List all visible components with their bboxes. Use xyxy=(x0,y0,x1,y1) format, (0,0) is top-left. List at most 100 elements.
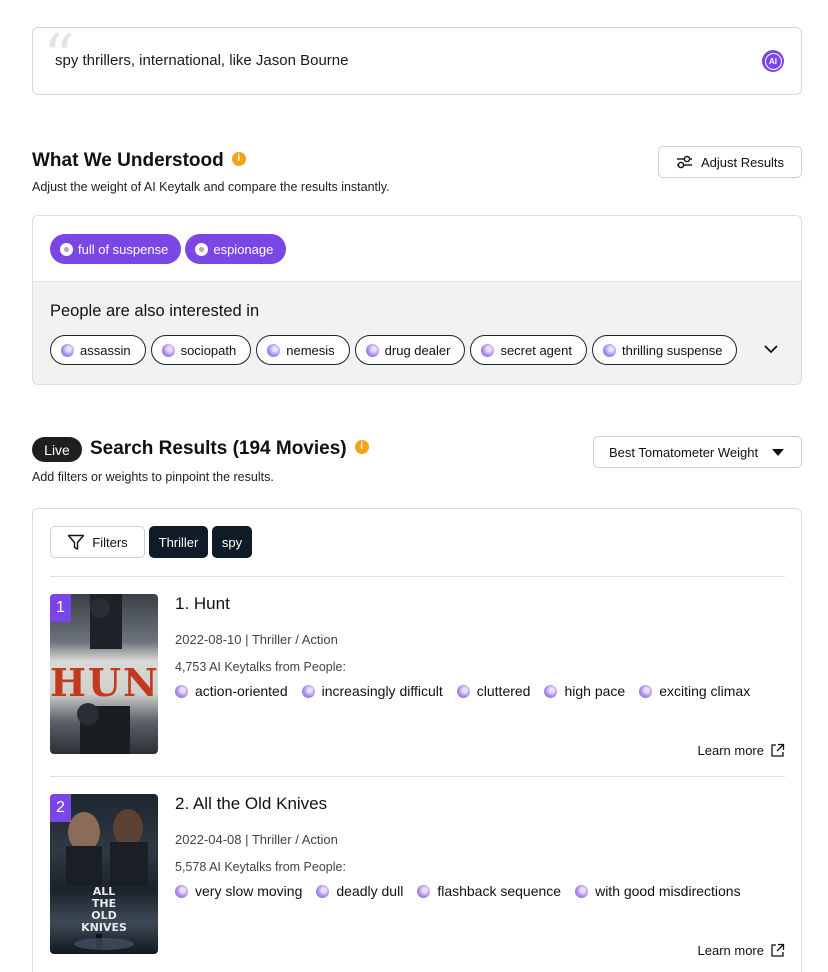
results-card: Filters Thriller spy 1 HUNT 1. Hunt 2022… xyxy=(32,508,802,972)
movie-item: 1 HUNT 1. Hunt 2022-08-10 | Thriller / A… xyxy=(50,594,785,764)
movie-title[interactable]: 2. All the Old Knives xyxy=(175,794,327,814)
suggested-tag-label: sociopath xyxy=(180,342,237,358)
adjust-results-label: Adjust Results xyxy=(700,154,785,170)
also-interested-title: People are also interested in xyxy=(50,302,260,320)
suggested-tag-label: thrilling suspense xyxy=(621,342,723,358)
live-badge: Live xyxy=(32,437,82,462)
keytalk-icon xyxy=(481,343,495,357)
movie-meta: 2022-04-08 | Thriller / Action xyxy=(175,832,338,847)
info-icon[interactable]: i xyxy=(231,151,246,166)
understood-title-text: What We Understood xyxy=(32,150,224,171)
caret-down-icon xyxy=(772,449,784,456)
keytalk-icon xyxy=(456,684,470,698)
keytalk-icon xyxy=(161,343,175,357)
keyword-label: action-oriented xyxy=(195,683,288,699)
suggested-tag[interactable]: drug dealer xyxy=(354,335,466,365)
suggested-tag[interactable]: thrilling suspense xyxy=(591,335,738,365)
results-title-text: Search Results (194 Movies) xyxy=(90,438,347,459)
movie-poster[interactable]: 2 ALL THE OLD KNIVES xyxy=(50,794,158,954)
ai-badge-label: AI xyxy=(764,52,782,70)
movie-item: 2 ALL THE OLD KNIVES 2. All the Old Kniv… xyxy=(50,794,785,964)
learn-more-label: Learn more xyxy=(697,943,764,958)
keyword: flashback sequence xyxy=(417,883,561,899)
understood-title: What We Understood i xyxy=(32,150,246,172)
keytalk-count: 4,753 AI Keytalks from People: xyxy=(175,660,346,674)
keyword: increasingly difficult xyxy=(301,683,443,699)
keyword-label: increasingly difficult xyxy=(321,683,443,699)
movie-keywords: action-oriented increasingly difficult c… xyxy=(175,683,750,699)
suggested-tag-label: drug dealer xyxy=(384,342,451,358)
keytalk-icon xyxy=(575,884,589,898)
learn-more-link[interactable]: Learn more xyxy=(698,743,785,758)
external-link-icon xyxy=(771,943,785,957)
rank-badge: 1 xyxy=(50,594,71,622)
keyword: very slow moving xyxy=(175,883,302,899)
understood-subtitle: Adjust the weight of AI Keytalk and comp… xyxy=(32,180,390,194)
suggested-tag[interactable]: nemesis xyxy=(256,335,350,365)
suggested-tag-label: secret agent xyxy=(500,342,572,358)
adjust-results-button[interactable]: Adjust Results xyxy=(658,146,802,178)
info-icon[interactable]: i xyxy=(354,439,369,454)
keyword-label: high pace xyxy=(564,683,626,699)
keytalk-icon xyxy=(544,684,558,698)
keyword-label: exciting climax xyxy=(659,683,751,699)
suggested-tag-label: assassin xyxy=(80,342,131,358)
learn-more-link[interactable]: Learn more xyxy=(698,943,785,958)
suggested-tag[interactable]: secret agent xyxy=(470,335,587,365)
understood-card: full of suspense espionage People are al… xyxy=(32,215,802,385)
keytalk-icon xyxy=(175,884,188,898)
main-tag-label: espionage xyxy=(213,241,274,257)
keyword: exciting climax xyxy=(639,683,750,699)
divider xyxy=(50,776,785,777)
external-link-icon xyxy=(771,743,785,757)
filters-label: Filters xyxy=(92,534,128,550)
movie-poster[interactable]: 1 HUNT xyxy=(50,594,158,754)
movie-title[interactable]: 1. Hunt xyxy=(175,594,230,614)
filter-icon xyxy=(68,534,85,550)
keytalk-icon xyxy=(639,684,653,698)
keyword: deadly dull xyxy=(316,883,403,899)
keytalk-icon xyxy=(267,343,281,357)
poster-title: HUNT xyxy=(50,660,158,705)
sort-label: Best Tomatometer Weight xyxy=(609,444,759,460)
keyword-label: cluttered xyxy=(476,683,531,699)
keyword-label: very slow moving xyxy=(195,883,303,899)
main-tag[interactable]: espionage xyxy=(185,234,287,264)
keyword: high pace xyxy=(544,683,625,699)
keytalk-icon xyxy=(417,884,431,898)
also-interested-panel: People are also interested in assassin s… xyxy=(33,281,801,384)
keyword: cluttered xyxy=(456,683,531,699)
keytalk-icon xyxy=(195,242,209,256)
sliders-icon xyxy=(676,155,692,169)
sort-dropdown[interactable]: Best Tomatometer Weight xyxy=(593,436,802,468)
keytalk-icon xyxy=(175,684,188,698)
learn-more-label: Learn more xyxy=(697,743,764,758)
rank-badge: 2 xyxy=(50,794,71,822)
filter-chip-spy[interactable]: spy xyxy=(212,526,252,558)
filter-chip-thriller[interactable]: Thriller xyxy=(149,526,208,558)
keyword-label: deadly dull xyxy=(336,883,404,899)
keyword: action-oriented xyxy=(175,683,288,699)
main-tags: full of suspense espionage xyxy=(33,216,801,282)
filters-button[interactable]: Filters xyxy=(50,526,145,558)
suggested-tag[interactable]: assassin xyxy=(50,335,146,365)
keytalk-count: 5,578 AI Keytalks from People: xyxy=(175,860,346,874)
keytalk-icon xyxy=(60,242,73,256)
suggested-tag[interactable]: sociopath xyxy=(150,335,252,365)
main-tag-label: full of suspense xyxy=(78,241,169,257)
main-tag[interactable]: full of suspense xyxy=(50,234,182,264)
results-title: Search Results (194 Movies) i xyxy=(90,438,369,460)
keytalk-icon xyxy=(602,343,616,357)
movie-meta: 2022-08-10 | Thriller / Action xyxy=(175,632,338,647)
chevron-down-icon[interactable] xyxy=(763,344,779,354)
keytalk-icon xyxy=(365,343,379,357)
keytalk-icon xyxy=(301,684,315,698)
search-query[interactable]: spy thrillers, international, like Jason… xyxy=(55,52,348,69)
movie-keywords: very slow moving deadly dull flashback s… xyxy=(175,883,741,899)
results-subtitle: Add filters or weights to pinpoint the r… xyxy=(32,470,274,484)
keytalk-icon xyxy=(61,343,74,357)
divider xyxy=(50,576,785,577)
ai-icon[interactable]: AI xyxy=(762,50,784,72)
search-box[interactable]: “ spy thrillers, international, like Jas… xyxy=(32,26,802,95)
poster-title: ALL THE OLD KNIVES xyxy=(81,885,127,934)
